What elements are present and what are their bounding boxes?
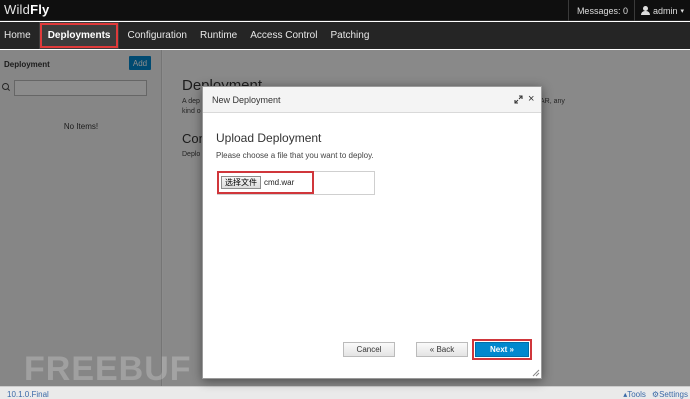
nav-configuration[interactable]: Configuration	[122, 22, 191, 49]
nav-access-control[interactable]: Access Control	[245, 22, 322, 49]
upload-heading: Upload Deployment	[216, 131, 322, 145]
cancel-button[interactable]: Cancel	[343, 342, 395, 357]
main-nav: Home Deployments Configuration Runtime A…	[0, 22, 690, 49]
caret-down-icon: ▾	[680, 7, 684, 15]
footer-bar: 10.1.0.Final ▴Tools ⚙Settings	[0, 386, 690, 399]
wildfly-logo: WildFly	[4, 2, 50, 17]
freebuf-watermark: FREEBUF	[24, 350, 192, 384]
user-menu[interactable]: admin ▾	[635, 6, 690, 16]
choose-file-button[interactable]: 选择文件	[221, 176, 261, 189]
dialog-title: New Deployment	[212, 95, 281, 105]
svg-text:FREEBUF: FREEBUF	[24, 350, 192, 384]
messages-link[interactable]: Messages: 0	[569, 6, 634, 16]
new-deployment-dialog: New Deployment × Upload Deployment Pleas…	[202, 86, 542, 379]
next-button[interactable]: Next »	[472, 339, 532, 360]
resize-handle-icon[interactable]	[531, 368, 540, 377]
upload-description: Please choose a file that you want to de…	[216, 151, 374, 160]
tools-link[interactable]: ▴Tools	[623, 390, 646, 399]
nav-home[interactable]: Home	[0, 22, 36, 49]
nav-deployments[interactable]: Deployments	[38, 22, 120, 49]
dialog-header: New Deployment ×	[203, 87, 541, 113]
nav-runtime[interactable]: Runtime	[195, 22, 242, 49]
version-link[interactable]: 10.1.0.Final	[7, 390, 49, 399]
user-name: admin	[652, 5, 678, 16]
top-right-area: Messages: 0 admin ▾	[567, 0, 690, 21]
selected-file-name: cmd.war	[264, 178, 295, 187]
user-icon	[640, 6, 650, 15]
close-icon[interactable]: ×	[528, 94, 534, 105]
nav-patching[interactable]: Patching	[325, 22, 374, 49]
back-button[interactable]: « Back	[416, 342, 468, 357]
settings-link[interactable]: ⚙Settings	[652, 390, 688, 399]
expand-icon[interactable]	[514, 95, 523, 104]
footer-links: ▴Tools ⚙Settings	[623, 390, 688, 399]
top-bar: WildFly Messages: 0 admin ▾	[0, 0, 690, 21]
